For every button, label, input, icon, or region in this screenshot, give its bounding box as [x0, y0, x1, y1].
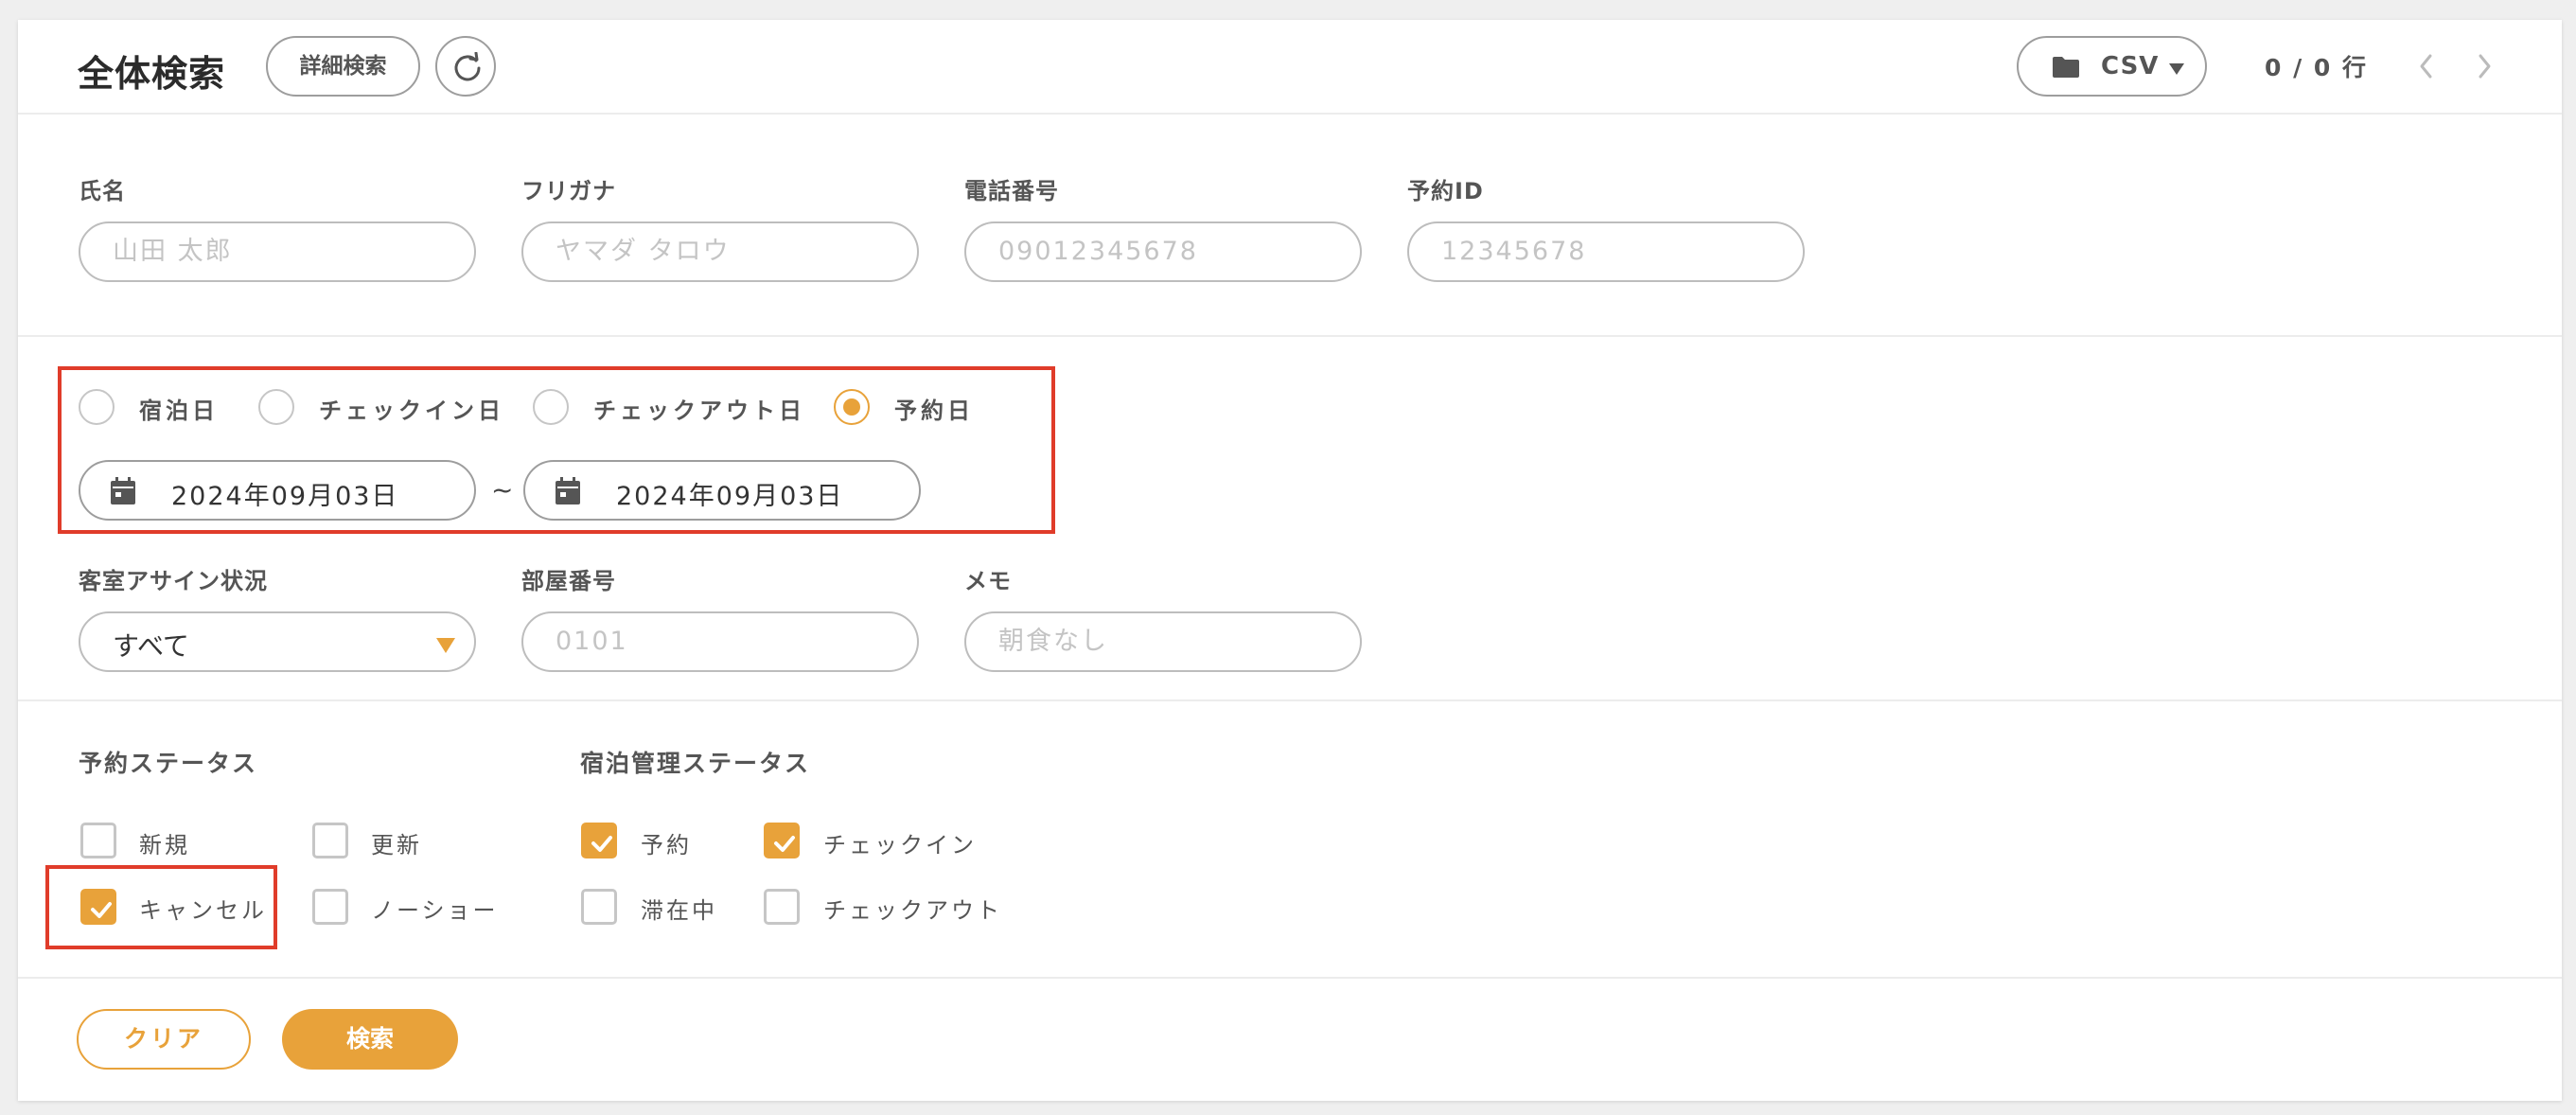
refresh-button[interactable] — [435, 36, 496, 97]
checkbox-noshow[interactable] — [312, 889, 348, 925]
clear-button[interactable]: クリア — [77, 1009, 251, 1070]
prev-page-icon[interactable] — [2415, 50, 2438, 82]
checkbox-checkout-label: チェックアウト — [823, 897, 1002, 924]
panel-header: 全体検索 詳細検索 CSV 0 / 0 行 — [18, 20, 2562, 115]
checkbox-reserved[interactable] — [581, 823, 617, 858]
room-number-label: 部屋番号 — [521, 568, 616, 594]
checkbox-reserved-label: 予約 — [641, 832, 692, 858]
room-assign-select[interactable]: すべて — [79, 611, 476, 672]
reservation-status-label: 予約ステータス — [79, 750, 258, 777]
stay-status-label: 宿泊管理ステータス — [580, 750, 811, 777]
checkbox-update-label: 更新 — [371, 832, 422, 858]
reservation-id-input[interactable]: 12345678 — [1407, 221, 1805, 282]
folder-icon — [2053, 57, 2079, 78]
csv-label: CSV — [2101, 52, 2160, 80]
furigana-label: フリガナ — [521, 178, 616, 204]
detail-search-button[interactable]: 詳細検索 — [266, 36, 420, 97]
name-input[interactable]: 山田 太郎 — [79, 221, 476, 282]
highlight-cancel-checkbox — [45, 865, 277, 949]
divider — [18, 699, 2562, 701]
check-icon — [591, 836, 612, 852]
reservation-id-label: 予約ID — [1407, 178, 1484, 204]
furigana-input[interactable]: ヤマダ タロウ — [521, 221, 919, 282]
checkbox-staying[interactable] — [581, 889, 617, 925]
checkbox-checkout[interactable] — [764, 889, 800, 925]
divider — [18, 335, 2562, 337]
dropdown-caret-icon — [436, 638, 455, 653]
name-label: 氏名 — [79, 178, 126, 204]
divider — [18, 977, 2562, 979]
phone-input[interactable]: 09012345678 — [964, 221, 1362, 282]
room-number-input[interactable]: 0101 — [521, 611, 919, 672]
next-page-icon[interactable] — [2473, 50, 2496, 82]
checkbox-checkin[interactable] — [764, 823, 800, 858]
highlight-date-filter — [58, 366, 1055, 534]
room-assign-value: すべて — [113, 630, 189, 662]
checkbox-update[interactable] — [312, 823, 348, 858]
room-assign-label: 客室アサイン状況 — [79, 568, 268, 594]
checkbox-new[interactable] — [80, 823, 116, 858]
checkbox-staying-label: 滞在中 — [641, 897, 717, 924]
memo-label: メモ — [964, 568, 1012, 594]
page-title: 全体検索 — [78, 53, 226, 95]
memo-input[interactable]: 朝食なし — [964, 611, 1362, 672]
refresh-icon — [454, 52, 481, 81]
phone-label: 電話番号 — [964, 178, 1059, 204]
checkbox-new-label: 新規 — [139, 832, 190, 858]
rows-indicator: 0 / 0 行 — [2265, 54, 2369, 81]
checkbox-noshow-label: ノーショー — [371, 897, 499, 924]
check-icon — [774, 836, 795, 852]
csv-export-button[interactable]: CSV — [2017, 36, 2207, 97]
search-panel: 全体検索 詳細検索 CSV 0 / 0 行 氏名 山田 太郎 フリガナ ヤマダ … — [18, 20, 2562, 1101]
checkbox-checkin-label: チェックイン — [823, 832, 977, 858]
chevron-down-icon — [2169, 63, 2184, 75]
search-button[interactable]: 検索 — [282, 1009, 458, 1070]
